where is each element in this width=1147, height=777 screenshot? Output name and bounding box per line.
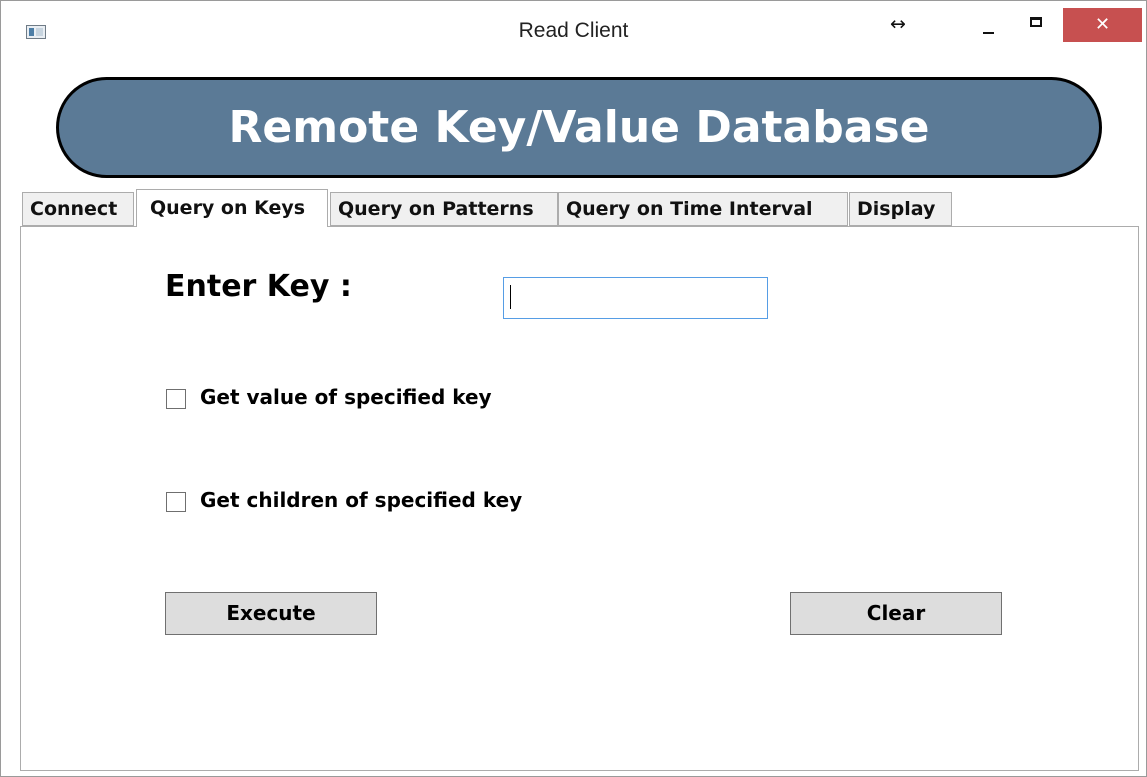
enter-key-label: Enter Key :: [165, 269, 352, 304]
read-client-window: Read Client ↔ ✕ Remote Key/Value Databas…: [0, 0, 1147, 777]
resize-icon[interactable]: ↔: [890, 13, 906, 35]
tab-connect[interactable]: Connect: [22, 192, 134, 226]
get-value-checkbox-label[interactable]: Get value of specified key: [200, 385, 492, 409]
tab-display[interactable]: Display: [849, 192, 952, 226]
execute-button[interactable]: Execute: [165, 592, 377, 635]
header-title: Remote Key/Value Database: [228, 102, 930, 153]
get-value-checkbox[interactable]: [166, 389, 186, 409]
tab-query-on-time-interval[interactable]: Query on Time Interval: [558, 192, 848, 226]
header-banner: Remote Key/Value Database: [56, 77, 1102, 178]
get-children-checkbox-label[interactable]: Get children of specified key: [200, 488, 522, 512]
minimize-icon[interactable]: [975, 9, 1005, 41]
tab-query-on-patterns[interactable]: Query on Patterns: [330, 192, 558, 226]
get-children-checkbox[interactable]: [166, 492, 186, 512]
close-icon[interactable]: ✕: [1063, 8, 1142, 42]
text-caret: [510, 285, 511, 309]
key-input[interactable]: [503, 277, 768, 319]
maximize-icon[interactable]: [1023, 9, 1053, 41]
clear-button[interactable]: Clear: [790, 592, 1002, 635]
title-bar: Read Client ↔ ✕: [1, 1, 1146, 57]
tab-query-on-keys[interactable]: Query on Keys: [136, 189, 328, 227]
